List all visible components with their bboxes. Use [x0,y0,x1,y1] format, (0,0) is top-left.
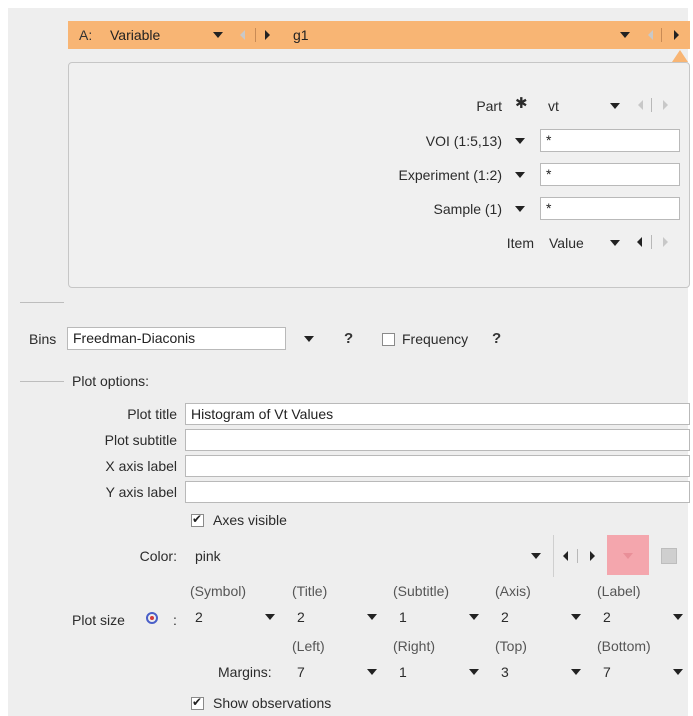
plot-size-target-icon[interactable] [146,612,158,624]
x-axis-label-input[interactable] [185,455,690,477]
plot-title-input[interactable]: Histogram of Vt Values [185,403,690,425]
color-swatch-dropdown-icon[interactable] [623,553,633,559]
frequency-checkbox[interactable] [382,333,395,346]
plot-size-header-axis: (Axis) [495,583,531,599]
part-dropdown-icon[interactable] [610,103,620,109]
part-separator [651,98,652,112]
plot-subtitle-label: Plot subtitle [104,432,177,448]
target-dot [150,616,154,620]
part-prev-icon[interactable] [638,100,643,110]
group-dropdown-icon[interactable] [620,32,630,38]
color-next-icon[interactable] [590,551,595,561]
bins-label: Bins [29,331,57,347]
margins-label: Margins: [218,664,272,680]
group-next-icon[interactable] [674,30,679,40]
variable-prev-icon[interactable] [240,30,245,40]
margins-left-dropdown-icon[interactable] [367,669,377,675]
margins-top-value: 3 [501,664,509,680]
plot-size-colon: : [173,612,177,628]
variable-next-icon[interactable] [265,30,270,40]
item-separator [651,235,652,249]
plot-size-subtitle-value: 1 [399,609,407,625]
plot-size-axis-dropdown-icon[interactable] [571,614,581,620]
variable-selector-bar: A: Variable g1 [68,21,690,49]
plot-options-rule [20,381,64,382]
plot-title-label: Plot title [127,406,177,422]
x-axis-label-label: X axis label [105,458,177,474]
sample-label: Sample (1) [433,201,502,217]
plot-size-header-symbol: (Symbol) [190,583,247,599]
axes-visible-checkbox[interactable] [191,512,204,527]
plot-size-label-dropdown-icon[interactable] [673,614,683,620]
y-axis-label-label: Y axis label [105,484,177,500]
plot-size-symbol-value: 2 [195,609,203,625]
plot-size-title-value: 2 [297,609,305,625]
item-dropdown-icon[interactable] [610,240,620,246]
margins-header-right: (Right) [393,638,436,654]
variable-name: Variable [110,27,161,43]
part-link-icon[interactable]: ✱ [515,94,528,112]
axes-visible-label: Axes visible [213,512,287,528]
item-next-icon[interactable] [663,237,668,247]
part-label: Part [476,98,502,114]
margins-bottom-value: 7 [603,664,611,680]
sample-dropdown-icon[interactable] [515,206,525,212]
color-separator [553,535,554,577]
experiment-label: Experiment (1:2) [398,167,502,183]
plot-size-header-title: (Title) [292,583,328,599]
bar-prefix: A: [79,27,93,43]
y-axis-label-input[interactable] [185,481,690,503]
frequency-label: Frequency [402,331,469,347]
experiment-input[interactable]: * [540,163,680,186]
color-dropdown-icon[interactable] [531,553,541,559]
plot-size-subtitle-dropdown-icon[interactable] [469,614,479,620]
bins-select[interactable]: Freedman-Diaconis [67,327,286,350]
margins-right-value: 1 [399,664,407,680]
variable-dropdown-icon[interactable] [213,32,223,38]
item-value: Value [549,235,584,251]
margins-header-left: (Left) [292,638,325,654]
voi-label: VOI (1:5,13) [425,133,502,149]
plot-options-label: Plot options: [72,373,150,389]
show-observations-label: Show observations [213,695,332,711]
item-prev-icon[interactable] [637,237,642,247]
plot-size-axis-value: 2 [501,609,509,625]
bins-help-icon[interactable]: ? [344,330,353,347]
plot-subtitle-input[interactable] [185,429,690,451]
item-label: Item [506,235,534,251]
margins-left-value: 7 [297,664,305,680]
experiment-dropdown-icon[interactable] [515,172,525,178]
frequency-help-icon[interactable]: ? [492,330,501,347]
divider-left [20,302,64,303]
group-prev-icon[interactable] [648,30,653,40]
part-next-icon[interactable] [663,100,668,110]
bins-dropdown-icon[interactable] [304,336,314,342]
voi-dropdown-icon[interactable] [515,138,525,144]
plot-size-label-value: 2 [603,609,611,625]
sample-input[interactable]: * [540,197,680,220]
margins-bottom-dropdown-icon[interactable] [673,669,683,675]
margins-top-dropdown-icon[interactable] [571,669,581,675]
margins-header-top: (Top) [495,638,527,654]
color-separator-2 [577,549,578,563]
color-label: Color: [139,548,177,564]
voi-input[interactable]: * [540,129,680,152]
plot-size-symbol-dropdown-icon[interactable] [265,614,275,620]
plot-size-header-subtitle: (Subtitle) [393,583,450,599]
group-name: g1 [293,27,309,43]
show-observations-checkbox[interactable] [191,695,204,710]
margins-header-bottom: (Bottom) [597,638,651,654]
part-value: vt [548,98,559,114]
color-prev-icon[interactable] [563,551,568,561]
color-value: pink [195,548,221,564]
plot-size-label: Plot size [72,612,125,628]
bar-separator [255,28,256,42]
histogram-config-panel: A: Variable g1 Part ✱ vt VOI (1:5,13) * … [0,0,693,716]
plot-size-header-label: (Label) [597,583,641,599]
selector-notch [672,50,688,62]
color-box-icon[interactable] [661,548,677,564]
margins-right-dropdown-icon[interactable] [469,669,479,675]
bar-separator-2 [661,28,662,42]
plot-size-title-dropdown-icon[interactable] [367,614,377,620]
